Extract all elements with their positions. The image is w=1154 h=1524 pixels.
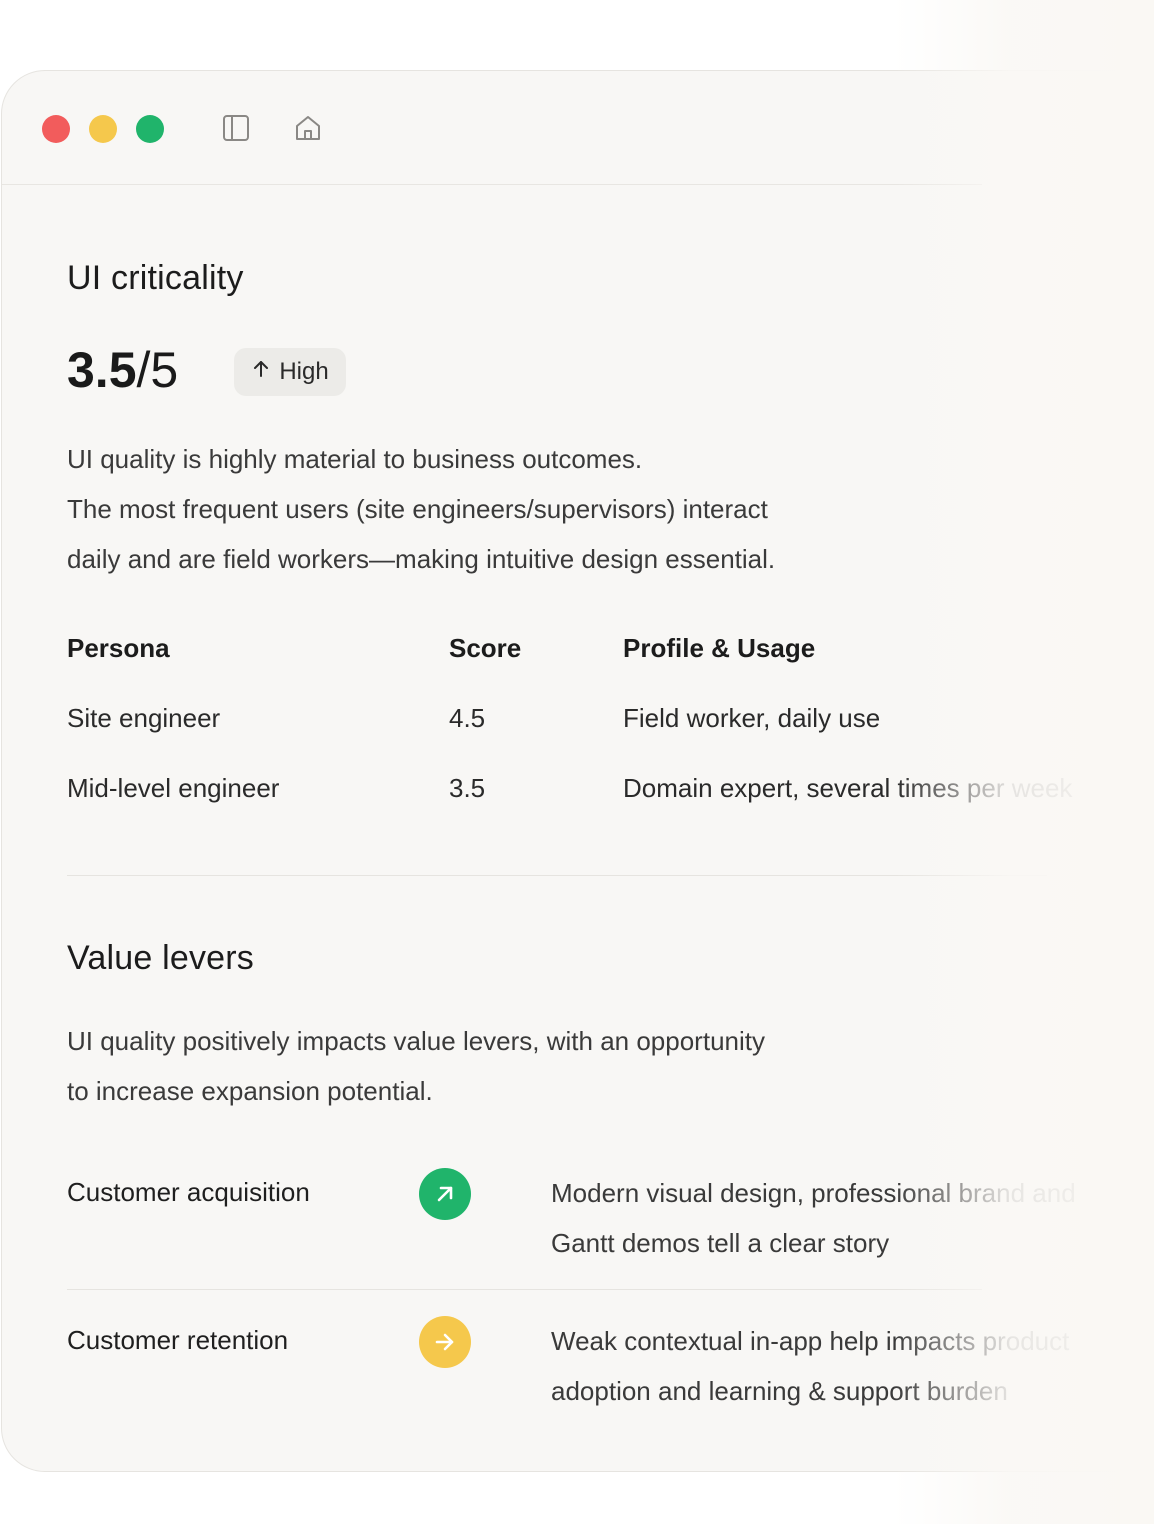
description-line: daily and are field workers—making intui… [67,544,776,574]
minimize-button[interactable] [89,115,117,143]
close-button[interactable] [42,115,70,143]
table-cell-profile: Field worker, daily use [623,703,881,733]
arrow-up-icon [251,358,271,386]
score-max: /5 [136,342,179,398]
title-bar [2,71,982,185]
table-cell-persona: Mid-level engineer [67,773,280,803]
lever-description: Modern visual design, professional brand… [551,1168,1076,1268]
lever-description: Weak contextual in-app help impacts prod… [551,1316,1069,1416]
description-line: to increase expansion potential. [67,1076,433,1106]
lever-description-line: Modern visual design, professional brand… [551,1178,1076,1208]
table-cell-score: 3.5 [449,773,486,803]
criticality-score: 3.5/5 [67,341,178,399]
score-value: 3.5 [67,342,137,398]
app-window: UI criticality 3.5/5 High UI quality is … [1,70,1154,1472]
table-cell-score: 4.5 [449,703,486,733]
criticality-description: UI quality is highly material to busines… [67,434,775,584]
section-divider [67,875,1047,876]
home-icon[interactable] [293,113,323,143]
arrow-up-right-icon [419,1168,471,1220]
lever-description-line: Weak contextual in-app help impacts prod… [551,1326,1070,1356]
lever-divider [67,1289,982,1290]
sidebar-toggle-icon[interactable] [221,113,251,143]
table-header-score: Score [449,633,522,663]
value-levers-title: Value levers [67,939,254,977]
criticality-badge: High [234,348,346,396]
lever-name: Customer acquisition [67,1177,310,1207]
maximize-button[interactable] [136,115,164,143]
lever-description-line: adoption and learning & support burden [551,1376,1008,1406]
lever-description-line: Gantt demos tell a clear story [551,1228,890,1258]
description-line: UI quality is highly material to busines… [67,444,643,474]
criticality-title: UI criticality [67,259,244,297]
table-header-persona: Persona [67,633,170,663]
badge-label: High [279,358,329,385]
table-header-profile: Profile & Usage [623,633,816,663]
lever-name: Customer retention [67,1325,289,1355]
table-cell-profile: Domain expert, several times per week [623,773,1073,803]
table-cell-persona: Site engineer [67,703,221,733]
description-line: UI quality positively impacts value leve… [67,1026,765,1056]
description-line: The most frequent users (site engineers/… [67,494,768,524]
arrow-right-icon [419,1316,471,1368]
value-levers-description: UI quality positively impacts value leve… [67,1016,765,1116]
